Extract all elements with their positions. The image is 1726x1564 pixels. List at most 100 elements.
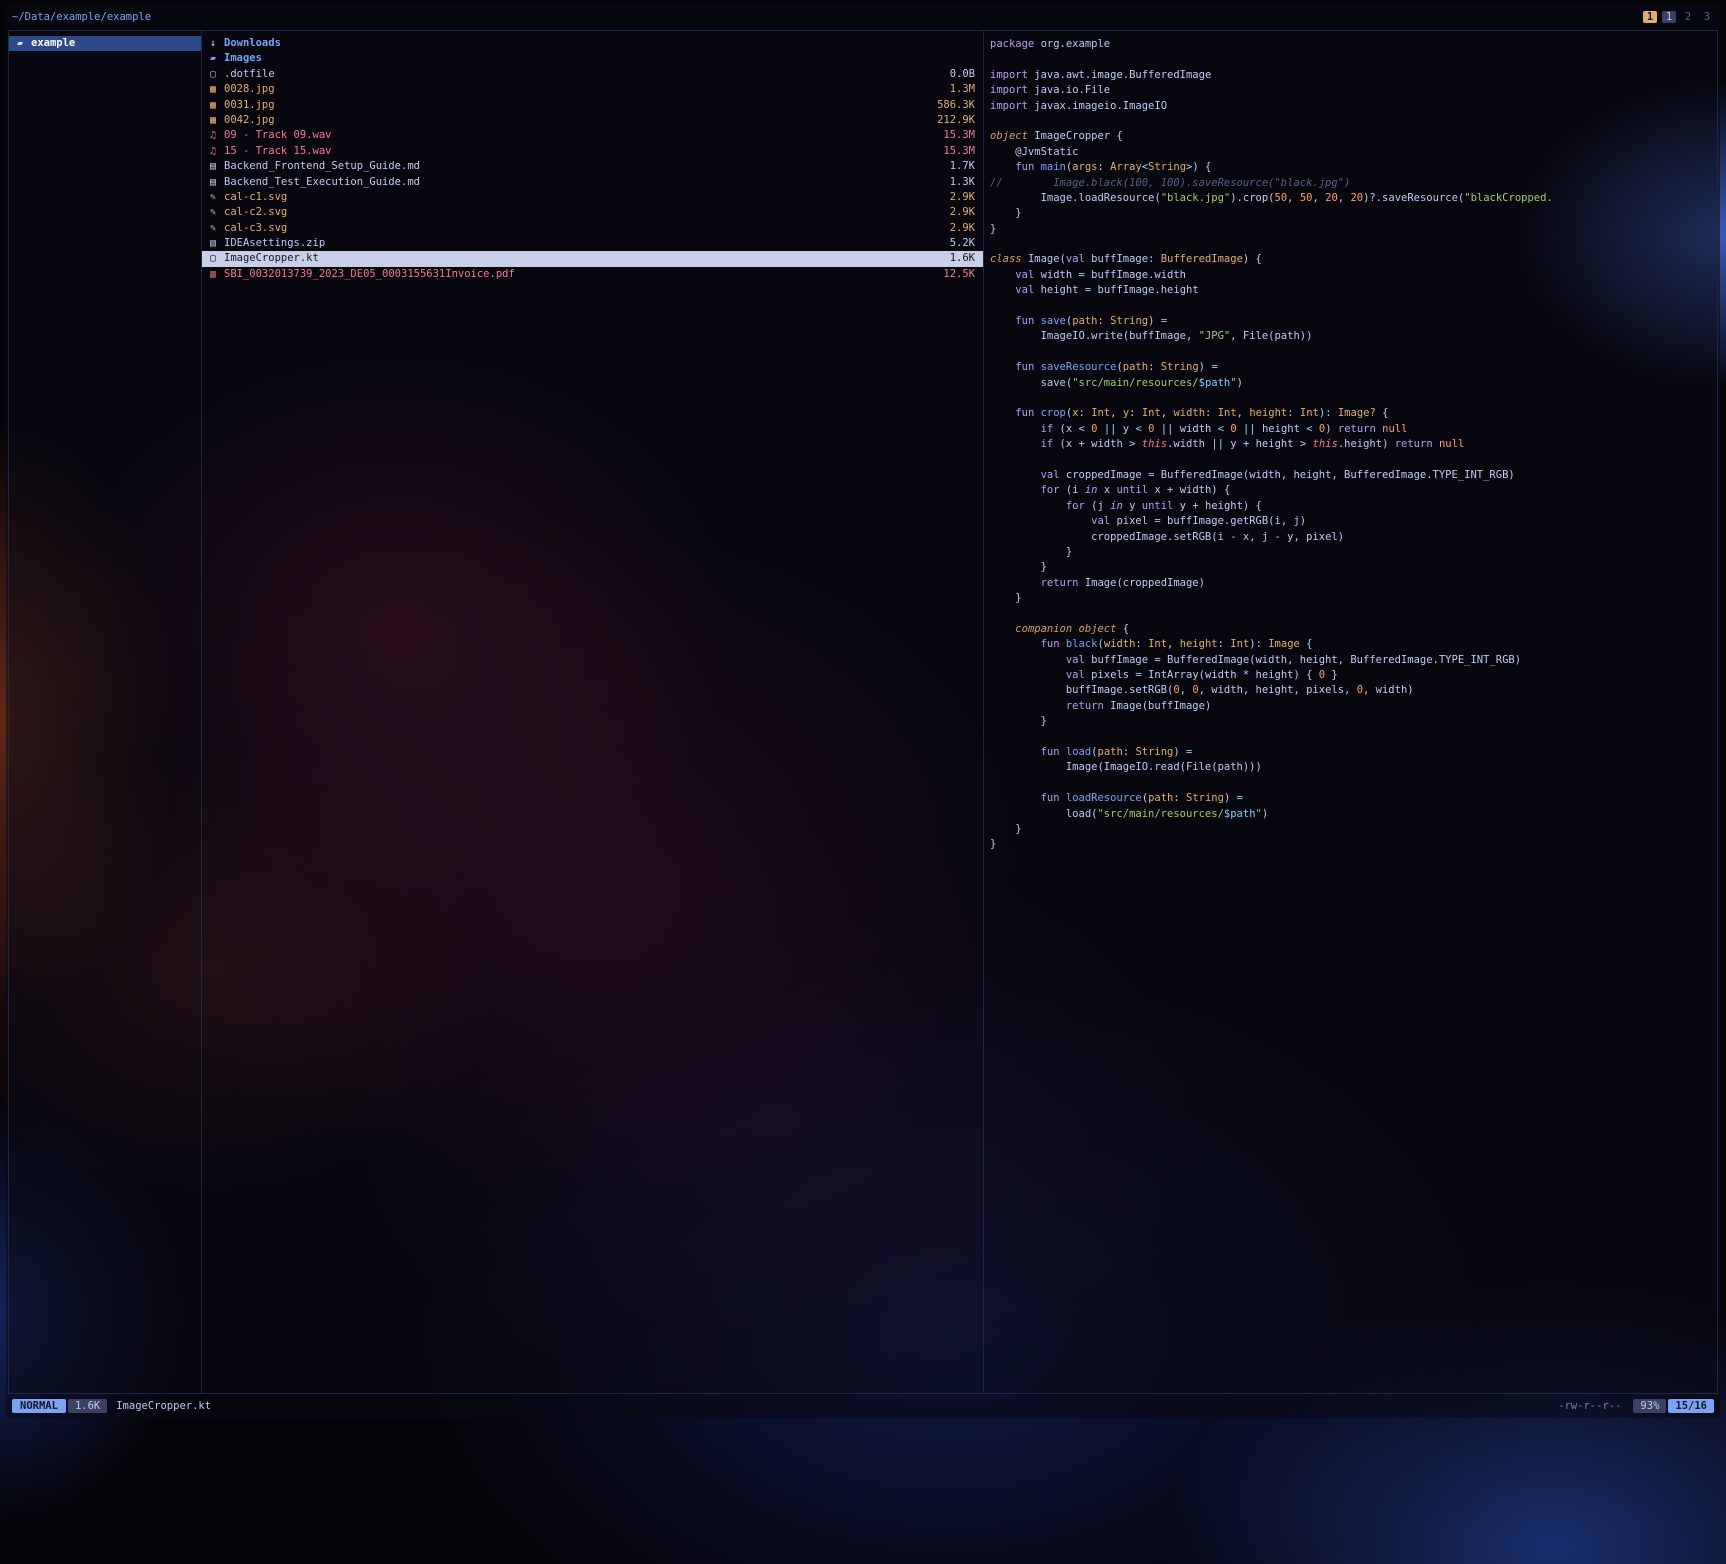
code-line: fun crop(x: Int, y: Int, width: Int, hei… xyxy=(990,406,1717,421)
code-line xyxy=(990,606,1717,621)
tab-2[interactable]: 1 xyxy=(1662,11,1676,23)
scroll-percent-badge: 93% xyxy=(1633,1399,1666,1413)
file-size: 212.9K xyxy=(937,113,975,128)
code-line: fun black(width: Int, height: Int): Imag… xyxy=(990,637,1717,652)
file-row[interactable]: ▧IDEAsettings.zip 5.2K xyxy=(202,236,983,251)
file-size: 15.3M xyxy=(943,128,975,143)
code-line: Image.loadResource("black.jpg").crop(50,… xyxy=(990,191,1717,206)
code-line xyxy=(990,345,1717,360)
code-line: class Image(val buffImage: BufferedImage… xyxy=(990,252,1717,267)
file-row[interactable]: ✎cal-c3.svg2.9K xyxy=(202,221,983,236)
code-line xyxy=(990,114,1717,129)
terminal-window: ~/Data/example/example 1123 ▰example ↓Do… xyxy=(6,4,1720,1418)
code-line xyxy=(990,237,1717,252)
pdf-icon: ▥ xyxy=(210,267,224,282)
file-name: 0042.jpg xyxy=(224,113,929,128)
download-icon: ↓ xyxy=(210,36,224,51)
file-row[interactable]: ✎cal-c2.svg 2.9K xyxy=(202,205,983,220)
file-size: 1.7K xyxy=(950,159,975,174)
file-name: example xyxy=(31,36,185,51)
code-line: load("src/main/resources/$path") xyxy=(990,807,1717,822)
file-name: Images xyxy=(224,51,967,66)
file-row[interactable]: ▥SBI_0032013739_2023_DE05_0003155631Invo… xyxy=(202,267,983,282)
file-row[interactable]: ♫15 - Track 15.wav15.3M xyxy=(202,144,983,159)
tab-4[interactable]: 3 xyxy=(1700,11,1714,23)
file-row[interactable]: ↓Downloads xyxy=(202,36,983,51)
image-icon: ▦ xyxy=(210,98,224,113)
vector-icon: ✎ xyxy=(210,205,224,220)
file-size: 2.9K xyxy=(950,205,975,220)
code-line: Image(ImageIO.read(File(path))) xyxy=(990,760,1717,775)
code-line: import java.awt.image.BufferedImage xyxy=(990,68,1717,83)
file-size: 5.2K xyxy=(950,236,975,251)
code-icon: ▢ xyxy=(210,251,224,266)
file-name: 0031.jpg xyxy=(224,98,929,113)
code-line xyxy=(990,52,1717,67)
file-name: IDEAsettings.zip xyxy=(224,236,942,251)
file-size: 12.5K xyxy=(943,267,975,282)
file-name: .dotfile xyxy=(224,67,942,82)
file-size: 15.3M xyxy=(943,144,975,159)
code-line: fun loadResource(path: String) = xyxy=(990,791,1717,806)
file-name: cal-c3.svg xyxy=(224,221,942,236)
file-permissions: -rw-r--r-- xyxy=(1558,1400,1621,1412)
archive-icon: ▧ xyxy=(210,236,224,251)
file-name: Backend_Frontend_Setup_Guide.md xyxy=(224,159,942,174)
file-size: 1.3K xyxy=(950,175,975,190)
file-row[interactable]: ▢ImageCropper.kt1.6K xyxy=(202,251,983,266)
mode-badge: NORMAL xyxy=(12,1399,66,1413)
code-line: fun load(path: String) = xyxy=(990,745,1717,760)
code-line: } xyxy=(990,560,1717,575)
parent-item[interactable]: ▰example xyxy=(9,36,201,51)
code-line xyxy=(990,299,1717,314)
status-bar-left: NORMAL 1.6K ImageCropper.kt xyxy=(12,1399,211,1413)
file-row[interactable]: ▦0031.jpg586.3K xyxy=(202,98,983,113)
code-line xyxy=(990,730,1717,745)
code-line: fun save(path: String) = xyxy=(990,314,1717,329)
code-line: } xyxy=(990,591,1717,606)
code-line: object ImageCropper { xyxy=(990,129,1717,144)
code-line xyxy=(990,453,1717,468)
tab-1[interactable]: 1 xyxy=(1643,11,1657,23)
code-line: save("src/main/resources/$path") xyxy=(990,376,1717,391)
file-size: 0.0B xyxy=(950,67,975,82)
code-line: fun main(args: Array<String>) { xyxy=(990,160,1717,175)
status-bar-right: -rw-r--r-- 93% 15/16 xyxy=(1558,1399,1714,1413)
code-line: package org.example xyxy=(990,37,1717,52)
file-size: 2.9K xyxy=(950,190,975,205)
file-row[interactable]: ▤Backend_Frontend_Setup_Guide.md1.7K xyxy=(202,159,983,174)
file-row[interactable]: ▦0042.jpg 212.9K xyxy=(202,113,983,128)
code-line: // Image.black(100, 100).saveResource("b… xyxy=(990,176,1717,191)
code-line: } xyxy=(990,222,1717,237)
file-name: cal-c1.svg xyxy=(224,190,942,205)
code-line: } xyxy=(990,837,1717,852)
code-line: fun saveResource(path: String) = xyxy=(990,360,1717,375)
code-line: for (j in y until y + height) { xyxy=(990,499,1717,514)
image-icon: ▦ xyxy=(210,113,224,128)
audio-icon: ♫ xyxy=(210,128,224,143)
code-line: if (x + width > this.width || y + height… xyxy=(990,437,1717,452)
folder-icon: ▰ xyxy=(17,36,31,51)
file-size-badge: 1.6K xyxy=(68,1399,107,1413)
file-name: cal-c2.svg xyxy=(224,205,942,220)
file-row[interactable]: ♫09 - Track 09.wav 15.3M xyxy=(202,128,983,143)
file-row[interactable]: ▢.dotfile 0.0B xyxy=(202,67,983,82)
tab-3[interactable]: 2 xyxy=(1681,11,1695,23)
file-name: 09 - Track 09.wav xyxy=(224,128,935,143)
code-line: val width = buffImage.width xyxy=(990,268,1717,283)
file-size: 1.6K xyxy=(950,251,975,266)
code-line: val height = buffImage.height xyxy=(990,283,1717,298)
file-row[interactable]: ✎cal-c1.svg2.9K xyxy=(202,190,983,205)
file-name: 15 - Track 15.wav xyxy=(224,144,935,159)
file-row[interactable]: ▤Backend_Test_Execution_Guide.md1.3K xyxy=(202,175,983,190)
folder-icon: ▰ xyxy=(210,51,224,66)
panes-container: ▰example ↓Downloads▰Images▢.dotfile0.0B▦… xyxy=(8,30,1718,1394)
code-line: if (x < 0 || y < 0 || width < 0 || heigh… xyxy=(990,422,1717,437)
vector-icon: ✎ xyxy=(210,221,224,236)
file-row[interactable]: ▦0028.jpg1.3M xyxy=(202,82,983,97)
file-icon: ▢ xyxy=(210,67,224,82)
tab-bar: 1123 xyxy=(1638,11,1714,23)
code-line: import javax.imageio.ImageIO xyxy=(990,99,1717,114)
code-line: val pixels = IntArray(width * height) { … xyxy=(990,668,1717,683)
file-row[interactable]: ▰Images xyxy=(202,51,983,66)
